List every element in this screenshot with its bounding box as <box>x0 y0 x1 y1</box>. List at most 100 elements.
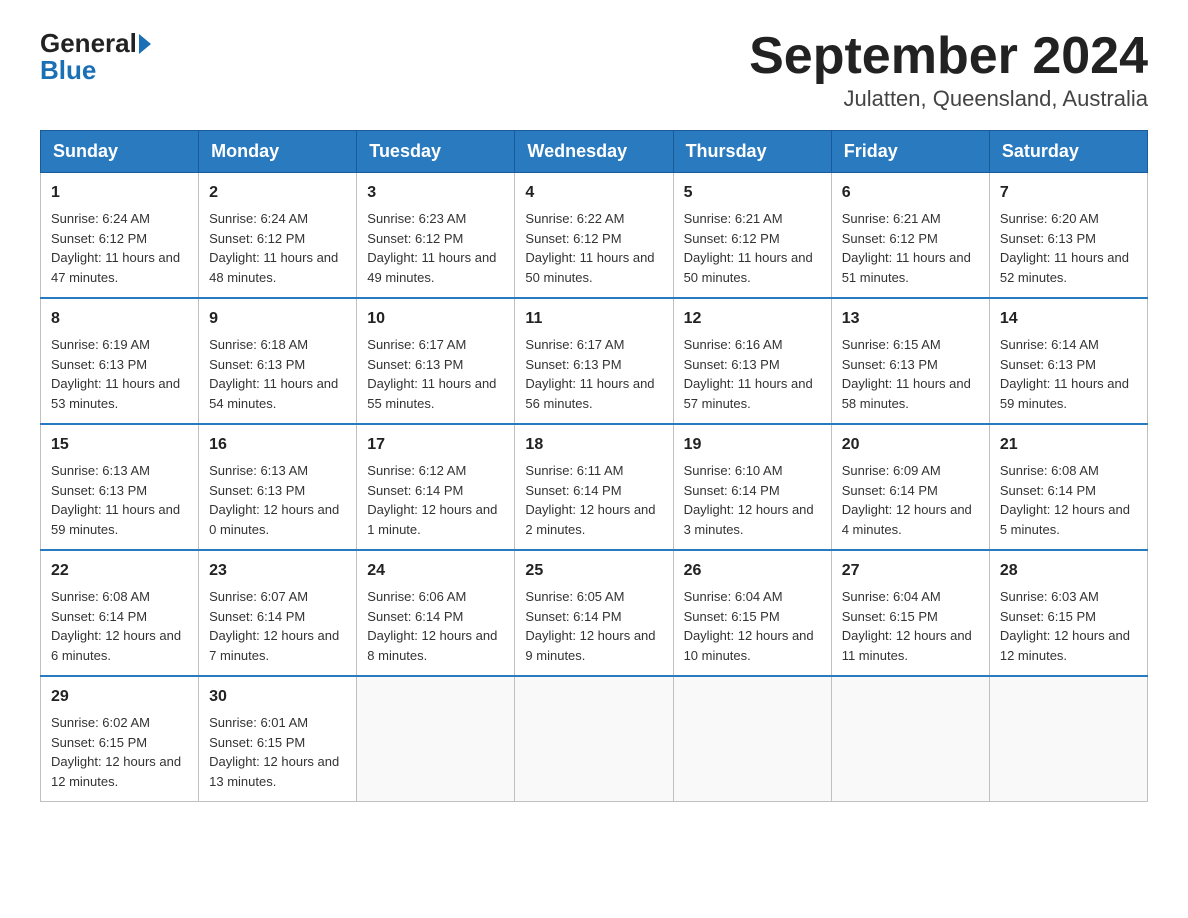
calendar-cell: 24 Sunrise: 6:06 AMSunset: 6:14 PMDayligh… <box>357 550 515 676</box>
day-number: 14 <box>1000 307 1137 331</box>
day-info: Sunrise: 6:05 AMSunset: 6:14 PMDaylight:… <box>525 587 662 665</box>
day-number: 10 <box>367 307 504 331</box>
day-info: Sunrise: 6:21 AMSunset: 6:12 PMDaylight:… <box>684 209 821 287</box>
day-info: Sunrise: 6:23 AMSunset: 6:12 PMDaylight:… <box>367 209 504 287</box>
day-info: Sunrise: 6:08 AMSunset: 6:14 PMDaylight:… <box>51 587 188 665</box>
day-info: Sunrise: 6:17 AMSunset: 6:13 PMDaylight:… <box>367 335 504 413</box>
day-info: Sunrise: 6:03 AMSunset: 6:15 PMDaylight:… <box>1000 587 1137 665</box>
day-number: 4 <box>525 181 662 205</box>
calendar-cell: 12 Sunrise: 6:16 AMSunset: 6:13 PMDayligh… <box>673 298 831 424</box>
calendar-cell: 15 Sunrise: 6:13 AMSunset: 6:13 PMDayligh… <box>41 424 199 550</box>
day-number: 17 <box>367 433 504 457</box>
day-info: Sunrise: 6:06 AMSunset: 6:14 PMDaylight:… <box>367 587 504 665</box>
day-info: Sunrise: 6:19 AMSunset: 6:13 PMDaylight:… <box>51 335 188 413</box>
day-number: 5 <box>684 181 821 205</box>
weekday-header-thursday: Thursday <box>673 131 831 173</box>
calendar-cell: 11 Sunrise: 6:17 AMSunset: 6:13 PMDayligh… <box>515 298 673 424</box>
day-info: Sunrise: 6:12 AMSunset: 6:14 PMDaylight:… <box>367 461 504 539</box>
calendar-header-row: SundayMondayTuesdayWednesdayThursdayFrid… <box>41 131 1148 173</box>
calendar-cell: 9 Sunrise: 6:18 AMSunset: 6:13 PMDaylight… <box>199 298 357 424</box>
calendar-cell: 19 Sunrise: 6:10 AMSunset: 6:14 PMDayligh… <box>673 424 831 550</box>
calendar-cell: 8 Sunrise: 6:19 AMSunset: 6:13 PMDaylight… <box>41 298 199 424</box>
day-info: Sunrise: 6:16 AMSunset: 6:13 PMDaylight:… <box>684 335 821 413</box>
day-info: Sunrise: 6:20 AMSunset: 6:13 PMDaylight:… <box>1000 209 1137 287</box>
day-number: 27 <box>842 559 979 583</box>
calendar-week-row: 8 Sunrise: 6:19 AMSunset: 6:13 PMDaylight… <box>41 298 1148 424</box>
day-number: 12 <box>684 307 821 331</box>
weekday-header-monday: Monday <box>199 131 357 173</box>
calendar-cell: 4Sunrise: 6:22 AMSunset: 6:12 PMDaylight… <box>515 173 673 299</box>
calendar-cell: 28 Sunrise: 6:03 AMSunset: 6:15 PMDayligh… <box>989 550 1147 676</box>
calendar-cell: 20 Sunrise: 6:09 AMSunset: 6:14 PMDayligh… <box>831 424 989 550</box>
calendar-week-row: 15 Sunrise: 6:13 AMSunset: 6:13 PMDayligh… <box>41 424 1148 550</box>
day-info: Sunrise: 6:14 AMSunset: 6:13 PMDaylight:… <box>1000 335 1137 413</box>
day-number: 3 <box>367 181 504 205</box>
calendar-cell: 30 Sunrise: 6:01 AMSunset: 6:15 PMDayligh… <box>199 676 357 802</box>
day-number: 20 <box>842 433 979 457</box>
calendar-table: SundayMondayTuesdayWednesdayThursdayFrid… <box>40 130 1148 802</box>
day-info: Sunrise: 6:11 AMSunset: 6:14 PMDaylight:… <box>525 461 662 539</box>
day-number: 7 <box>1000 181 1137 205</box>
logo-arrow-icon <box>139 34 151 54</box>
day-info: Sunrise: 6:24 AMSunset: 6:12 PMDaylight:… <box>209 209 346 287</box>
day-info: Sunrise: 6:17 AMSunset: 6:13 PMDaylight:… <box>525 335 662 413</box>
day-number: 21 <box>1000 433 1137 457</box>
logo-blue: Blue <box>40 56 151 85</box>
day-info: Sunrise: 6:15 AMSunset: 6:13 PMDaylight:… <box>842 335 979 413</box>
calendar-cell: 18Sunrise: 6:11 AMSunset: 6:14 PMDayligh… <box>515 424 673 550</box>
day-info: Sunrise: 6:13 AMSunset: 6:13 PMDaylight:… <box>209 461 346 539</box>
day-number: 11 <box>525 307 662 331</box>
day-number: 16 <box>209 433 346 457</box>
calendar-cell <box>989 676 1147 802</box>
weekday-header-friday: Friday <box>831 131 989 173</box>
day-number: 25 <box>525 559 662 583</box>
calendar-cell <box>831 676 989 802</box>
calendar-cell: 17 Sunrise: 6:12 AMSunset: 6:14 PMDayligh… <box>357 424 515 550</box>
day-number: 6 <box>842 181 979 205</box>
day-number: 26 <box>684 559 821 583</box>
day-info: Sunrise: 6:21 AMSunset: 6:12 PMDaylight:… <box>842 209 979 287</box>
month-title: September 2024 <box>749 30 1148 82</box>
calendar-cell <box>673 676 831 802</box>
calendar-cell: 2 Sunrise: 6:24 AMSunset: 6:12 PMDaylight… <box>199 173 357 299</box>
title-block: September 2024 Julatten, Queensland, Aus… <box>749 30 1148 112</box>
day-number: 2 <box>209 181 346 205</box>
day-info: Sunrise: 6:02 AMSunset: 6:15 PMDaylight:… <box>51 713 188 791</box>
day-info: Sunrise: 6:13 AMSunset: 6:13 PMDaylight:… <box>51 461 188 539</box>
day-number: 8 <box>51 307 188 331</box>
page-header: General Blue September 2024 Julatten, Qu… <box>40 30 1148 112</box>
day-info: Sunrise: 6:08 AMSunset: 6:14 PMDaylight:… <box>1000 461 1137 539</box>
calendar-week-row: 29Sunrise: 6:02 AMSunset: 6:15 PMDayligh… <box>41 676 1148 802</box>
calendar-cell: 7 Sunrise: 6:20 AMSunset: 6:13 PMDaylight… <box>989 173 1147 299</box>
calendar-cell: 16 Sunrise: 6:13 AMSunset: 6:13 PMDayligh… <box>199 424 357 550</box>
weekday-header-wednesday: Wednesday <box>515 131 673 173</box>
day-number: 9 <box>209 307 346 331</box>
calendar-cell: 14 Sunrise: 6:14 AMSunset: 6:13 PMDayligh… <box>989 298 1147 424</box>
day-info: Sunrise: 6:09 AMSunset: 6:14 PMDaylight:… <box>842 461 979 539</box>
day-info: Sunrise: 6:04 AMSunset: 6:15 PMDaylight:… <box>684 587 821 665</box>
calendar-cell: 26 Sunrise: 6:04 AMSunset: 6:15 PMDayligh… <box>673 550 831 676</box>
day-number: 30 <box>209 685 346 709</box>
calendar-cell: 23Sunrise: 6:07 AMSunset: 6:14 PMDayligh… <box>199 550 357 676</box>
day-number: 13 <box>842 307 979 331</box>
day-number: 24 <box>367 559 504 583</box>
calendar-cell: 5 Sunrise: 6:21 AMSunset: 6:12 PMDaylight… <box>673 173 831 299</box>
calendar-cell: 13 Sunrise: 6:15 AMSunset: 6:13 PMDayligh… <box>831 298 989 424</box>
calendar-cell: 21 Sunrise: 6:08 AMSunset: 6:14 PMDayligh… <box>989 424 1147 550</box>
calendar-cell <box>515 676 673 802</box>
day-number: 15 <box>51 433 188 457</box>
day-info: Sunrise: 6:01 AMSunset: 6:15 PMDaylight:… <box>209 713 346 791</box>
day-info: Sunrise: 6:10 AMSunset: 6:14 PMDaylight:… <box>684 461 821 539</box>
day-number: 22 <box>51 559 188 583</box>
calendar-cell: 27Sunrise: 6:04 AMSunset: 6:15 PMDayligh… <box>831 550 989 676</box>
logo-general: General <box>40 30 137 56</box>
calendar-cell: 22 Sunrise: 6:08 AMSunset: 6:14 PMDayligh… <box>41 550 199 676</box>
day-number: 23 <box>209 559 346 583</box>
day-info: Sunrise: 6:18 AMSunset: 6:13 PMDaylight:… <box>209 335 346 413</box>
location-title: Julatten, Queensland, Australia <box>749 86 1148 112</box>
day-number: 28 <box>1000 559 1137 583</box>
day-info: Sunrise: 6:24 AMSunset: 6:12 PMDaylight:… <box>51 209 188 287</box>
weekday-header-tuesday: Tuesday <box>357 131 515 173</box>
logo: General Blue <box>40 30 151 85</box>
day-number: 19 <box>684 433 821 457</box>
